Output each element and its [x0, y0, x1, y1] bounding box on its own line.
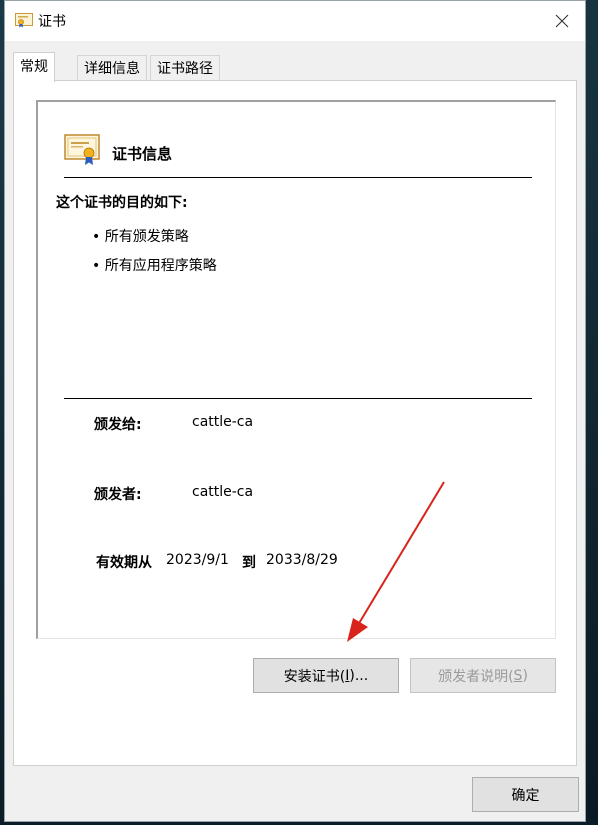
valid-from-label: 有效期从: [96, 555, 152, 571]
close-icon: [555, 14, 569, 28]
tab-panel-general: 证书信息 这个证书的目的如下: • 所有颁发策略 • 所有应用程序策略 颁发给:…: [13, 80, 577, 766]
close-button[interactable]: [539, 1, 585, 41]
certificate-dialog: 证书 常规 详细信息 证书路径 证书信息 这个证书的目的如下: • 所有颁发策略…: [4, 0, 586, 822]
purpose-item: • 所有颁发策略: [92, 229, 189, 245]
separator-bottom: [64, 398, 532, 399]
purpose-heading: 这个证书的目的如下:: [56, 195, 188, 211]
desktop-background-right: [586, 0, 598, 825]
issuer-statement-button[interactable]: 颁发者说明(S): [410, 658, 556, 693]
issued-by-value: cattle-ca: [192, 484, 254, 500]
issued-to-label: 颁发给:: [94, 417, 142, 433]
title-bar: 证书: [5, 1, 585, 41]
install-certificate-button[interactable]: 安装证书(I)...: [253, 658, 399, 693]
tab-general[interactable]: 常规: [13, 52, 55, 82]
certificate-icon: [64, 134, 102, 166]
issued-by-label: 颁发者:: [94, 487, 142, 503]
valid-to-label: 到: [242, 555, 256, 571]
tab-certification-path[interactable]: 证书路径: [150, 55, 220, 81]
certificate-info-title: 证书信息: [112, 145, 173, 163]
certificate-info-box: 证书信息 这个证书的目的如下: • 所有颁发策略 • 所有应用程序策略 颁发给:…: [36, 100, 556, 639]
certificate-icon: [15, 13, 33, 28]
tab-details[interactable]: 详细信息: [77, 55, 147, 81]
window-title: 证书: [38, 14, 66, 30]
purpose-item: • 所有应用程序策略: [92, 258, 217, 274]
valid-to-value: 2033/8/29: [266, 552, 338, 568]
separator-top: [64, 177, 532, 178]
ok-button[interactable]: 确定: [472, 777, 579, 812]
valid-from-value: 2023/9/1: [166, 552, 229, 568]
issued-to-value: cattle-ca: [192, 414, 254, 430]
